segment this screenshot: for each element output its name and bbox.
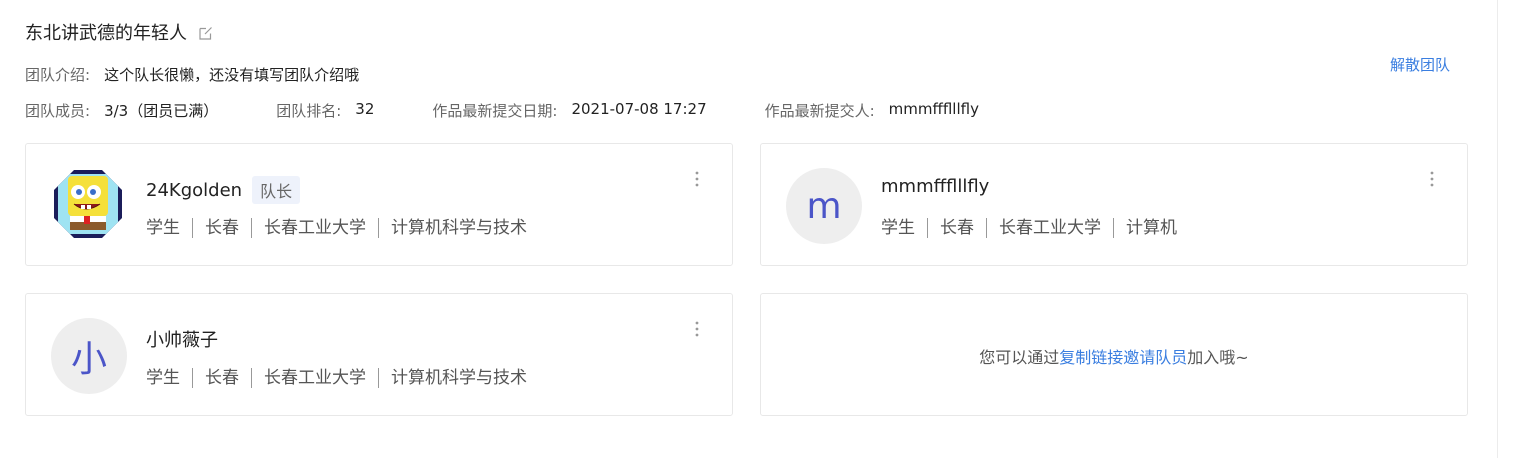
latest-date-label: 作品最新提交日期: — [432, 102, 558, 120]
spongebob-avatar — [54, 170, 122, 238]
member-tag: 长春工业大学 — [251, 368, 366, 388]
team-page: 东北讲武德的年轻人 团队介绍: 这个队长很懒，还没有填写团队介绍哦 团队成员: … — [0, 0, 1517, 458]
member-tag: 计算机科学与技术 — [378, 368, 527, 388]
team-intro-row: 团队介绍: 这个队长很懒，还没有填写团队介绍哦 — [25, 64, 359, 85]
member-name: 小帅薇子 — [146, 330, 218, 351]
invite-card: 您可以通过复制链接邀请队员加入哦~ — [760, 293, 1468, 416]
member-tag: 学生 — [881, 218, 915, 238]
latest-date-meta: 作品最新提交日期: 2021-07-08 17:27 — [432, 100, 706, 121]
right-divider — [1497, 0, 1498, 458]
latest-submitter-meta: 作品最新提交人: mmmffflllfly — [765, 100, 979, 121]
captain-badge: 队长 — [252, 176, 301, 204]
team-members-meta: 团队成员: 3/3（团员已满） — [25, 100, 218, 121]
member-tags: 学生 长春 长春工业大学 计算机科学与技术 — [146, 368, 527, 388]
member-tag: 计算机 — [1113, 218, 1177, 238]
team-header: 东北讲武德的年轻人 团队介绍: 这个队长很懒，还没有填写团队介绍哦 团队成员: … — [25, 18, 1475, 120]
avatar: 小 — [51, 318, 127, 394]
member-tag: 计算机科学与技术 — [378, 218, 527, 238]
invite-text: 您可以通过复制链接邀请队员加入哦~ — [761, 344, 1467, 368]
member-tag: 长春工业大学 — [986, 218, 1101, 238]
team-rank-label: 团队排名: — [276, 102, 342, 120]
avatar: m — [786, 168, 862, 244]
team-members-label: 团队成员: — [25, 102, 91, 120]
more-vertical-icon[interactable] — [1429, 170, 1435, 188]
member-name-row: 24Kgolden 队长 — [146, 176, 301, 204]
member-tags: 学生 长春 长春工业大学 计算机 — [881, 218, 1177, 238]
member-name-row: 小帅薇子 — [146, 326, 218, 352]
member-card: m mmmffflllfly 学生 长春 长春工业大学 计算机 — [760, 143, 1468, 266]
copy-invite-link[interactable]: 复制链接邀请队员 — [1059, 348, 1187, 367]
member-name-row: mmmffflllfly — [881, 176, 989, 197]
member-name: mmmffflllfly — [881, 176, 990, 197]
dissolve-team-button[interactable]: 解散团队 — [1390, 54, 1450, 75]
member-tag: 长春 — [927, 218, 974, 238]
member-tag: 长春 — [192, 218, 239, 238]
team-rank-value: 32 — [355, 100, 375, 118]
more-vertical-icon[interactable] — [694, 320, 700, 338]
member-tag: 学生 — [146, 368, 180, 388]
team-intro-label: 团队介绍: — [25, 66, 91, 84]
latest-submitter-value: mmmffflllfly — [888, 100, 979, 118]
team-intro-value: 这个队长很懒，还没有填写团队介绍哦 — [104, 66, 360, 84]
member-name: 24Kgolden — [146, 179, 243, 201]
member-tag: 长春工业大学 — [251, 218, 366, 238]
team-members-value: 3/3（团员已满） — [104, 102, 219, 120]
invite-suffix: 加入哦~ — [1187, 348, 1249, 367]
invite-prefix: 您可以通过 — [979, 348, 1060, 367]
latest-submitter-label: 作品最新提交人: — [764, 102, 875, 120]
member-tag: 长春 — [192, 368, 239, 388]
member-card: 小 小帅薇子 学生 长春 长春工业大学 计算机科学与技术 — [25, 293, 733, 416]
latest-date-value: 2021-07-08 17:27 — [571, 100, 707, 118]
edit-icon[interactable] — [199, 25, 213, 40]
team-meta-row: 团队成员: 3/3（团员已满） 团队排名: 32 作品最新提交日期: 2021-… — [25, 100, 979, 121]
team-rank-meta: 团队排名: 32 — [276, 100, 374, 121]
team-title-row: 东北讲武德的年轻人 — [25, 18, 1475, 46]
more-vertical-icon[interactable] — [694, 170, 700, 188]
member-card: 24Kgolden 队长 学生 长春 长春工业大学 计算机科学与技术 — [25, 143, 733, 266]
member-tags: 学生 长春 长春工业大学 计算机科学与技术 — [146, 218, 527, 238]
member-tag: 学生 — [146, 218, 180, 238]
team-name: 东北讲武德的年轻人 — [25, 23, 187, 44]
